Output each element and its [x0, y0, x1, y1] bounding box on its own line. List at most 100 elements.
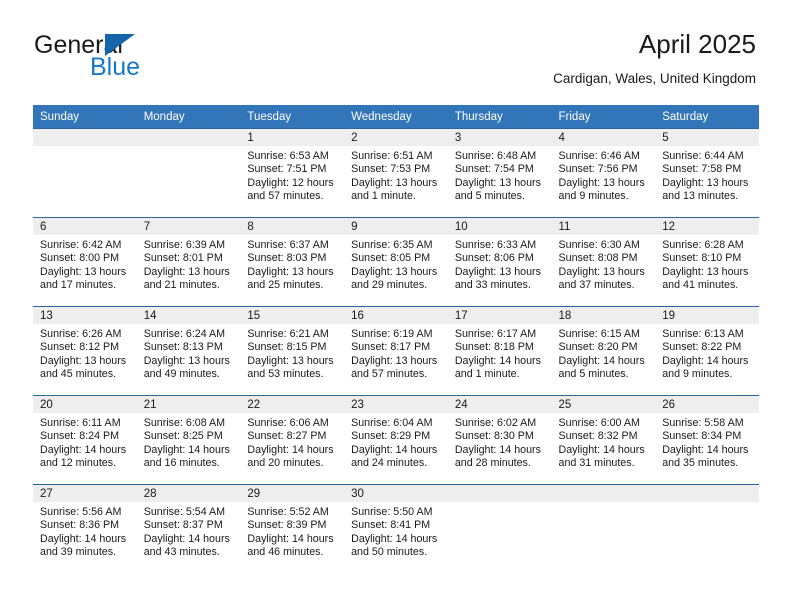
day-cell-content: 1 Sunrise: 6:53 AM Sunset: 7:51 PM Daylight… [240, 129, 345, 217]
calendar-day-cell[interactable]: 19 Sunrise: 6:13 AM Sunset: 8:22 PM Dayligh… [655, 306, 759, 396]
day-details: Sunrise: 6:39 AM Sunset: 8:01 PM Daylight:… [137, 235, 241, 293]
sunset-text: Sunset: 8:00 PM [40, 252, 120, 265]
day-number: 11 [551, 218, 656, 235]
calendar-day-cell[interactable]: 6 Sunrise: 6:42 AM Sunset: 8:00 PM Daylight… [33, 217, 137, 307]
day-details: Sunrise: 6:42 AM Sunset: 8:00 PM Daylight:… [33, 235, 137, 293]
day-cell-content: 21 Sunrise: 6:08 AM Sunset: 8:25 PM Dayligh… [136, 396, 241, 484]
calendar-day-cell[interactable]: 17 Sunrise: 6:17 AM Sunset: 8:18 PM Dayligh… [447, 306, 552, 396]
weekday-header-wednesday: Wednesday [344, 105, 448, 129]
calendar-day-cell[interactable]: 26 Sunrise: 5:58 AM Sunset: 8:34 PM Dayligh… [655, 395, 759, 485]
calendar-day-cell[interactable]: 28 Sunrise: 5:54 AM Sunset: 8:37 PM Dayligh… [136, 484, 241, 573]
day-details: Sunrise: 6:08 AM Sunset: 8:25 PM Daylight:… [137, 413, 241, 471]
sunset-text: Sunset: 8:27 PM [247, 430, 327, 443]
day-details: Sunrise: 5:52 AM Sunset: 8:39 PM Daylight:… [240, 502, 344, 560]
calendar-day-cell[interactable]: 29 Sunrise: 5:52 AM Sunset: 8:39 PM Dayligh… [240, 484, 345, 573]
sunset-text: Sunset: 8:15 PM [247, 341, 327, 354]
day-number: 16 [344, 307, 448, 324]
calendar-empty-cell [655, 484, 759, 573]
sunset-text: Sunset: 7:53 PM [351, 163, 431, 176]
day-number: 30 [344, 485, 448, 502]
day-number: 21 [136, 396, 241, 413]
sunrise-text: Sunrise: 6:39 AM [143, 239, 226, 251]
sunset-text: Sunset: 8:32 PM [558, 430, 638, 443]
sunrise-text: Sunrise: 6:48 AM [454, 150, 537, 162]
day-details: Sunrise: 6:35 AM Sunset: 8:05 PM Daylight:… [344, 235, 448, 293]
daylight-text: Daylight: 13 hours and 29 minutes. [351, 265, 438, 292]
day-cell-content [551, 485, 656, 573]
calendar-day-cell[interactable]: 7 Sunrise: 6:39 AM Sunset: 8:01 PM Daylight… [136, 217, 241, 307]
day-cell-content: 22 Sunrise: 6:06 AM Sunset: 8:27 PM Dayligh… [240, 396, 345, 484]
calendar-day-cell[interactable]: 18 Sunrise: 6:15 AM Sunset: 8:20 PM Dayligh… [551, 306, 656, 396]
day-details: Sunrise: 6:51 AM Sunset: 7:53 PM Daylight:… [344, 146, 448, 204]
calendar-day-cell[interactable]: 15 Sunrise: 6:21 AM Sunset: 8:15 PM Dayligh… [240, 306, 345, 396]
calendar-day-cell[interactable]: 9 Sunrise: 6:35 AM Sunset: 8:05 PM Daylight… [344, 217, 448, 307]
calendar-table: Sunday Monday Tuesday Wednesday Thursday… [33, 105, 759, 573]
sunrise-text: Sunrise: 5:54 AM [143, 506, 226, 518]
day-details: Sunrise: 5:50 AM Sunset: 8:41 PM Daylight:… [344, 502, 448, 560]
day-cell-content: 24 Sunrise: 6:02 AM Sunset: 8:30 PM Dayligh… [447, 396, 552, 484]
daylight-text: Daylight: 13 hours and 49 minutes. [143, 354, 230, 381]
calendar-day-cell[interactable]: 12 Sunrise: 6:28 AM Sunset: 8:10 PM Dayligh… [655, 217, 759, 307]
sunset-text: Sunset: 8:05 PM [351, 252, 431, 265]
sunrise-text: Sunrise: 6:08 AM [143, 417, 226, 429]
calendar-day-cell[interactable]: 24 Sunrise: 6:02 AM Sunset: 8:30 PM Dayligh… [447, 395, 552, 485]
day-details: Sunrise: 6:13 AM Sunset: 8:22 PM Daylight:… [655, 324, 759, 382]
daylight-text: Daylight: 13 hours and 13 minutes. [662, 176, 749, 203]
day-number: 6 [33, 218, 137, 235]
calendar-day-cell[interactable]: 1 Sunrise: 6:53 AM Sunset: 7:51 PM Daylight… [240, 128, 345, 218]
weekday-header-saturday: Saturday [655, 105, 759, 129]
sunset-text: Sunset: 8:01 PM [143, 252, 223, 265]
day-number: 19 [655, 307, 759, 324]
calendar-empty-cell [551, 484, 656, 573]
calendar-day-cell[interactable]: 8 Sunrise: 6:37 AM Sunset: 8:03 PM Daylight… [240, 217, 345, 307]
calendar-day-cell[interactable]: 14 Sunrise: 6:24 AM Sunset: 8:13 PM Dayligh… [136, 306, 241, 396]
daylight-text: Daylight: 14 hours and 5 minutes. [558, 354, 645, 381]
day-cell-content: 23 Sunrise: 6:04 AM Sunset: 8:29 PM Dayligh… [344, 396, 448, 484]
day-number: 7 [136, 218, 241, 235]
day-cell-content: 11 Sunrise: 6:30 AM Sunset: 8:08 PM Dayligh… [551, 218, 656, 306]
sunset-text: Sunset: 8:22 PM [662, 341, 742, 354]
calendar-day-cell[interactable]: 13 Sunrise: 6:26 AM Sunset: 8:12 PM Dayligh… [33, 306, 137, 396]
day-details [448, 502, 552, 506]
calendar-day-cell[interactable]: 21 Sunrise: 6:08 AM Sunset: 8:25 PM Dayligh… [136, 395, 241, 485]
daylight-text: Daylight: 14 hours and 20 minutes. [247, 443, 334, 470]
calendar-day-cell[interactable]: 4 Sunrise: 6:46 AM Sunset: 7:56 PM Daylight… [551, 128, 656, 218]
day-cell-content [33, 129, 137, 217]
sunrise-text: Sunrise: 6:28 AM [662, 239, 744, 251]
day-number: 29 [240, 485, 345, 502]
day-number: 12 [655, 218, 759, 235]
day-number: 4 [551, 129, 656, 146]
sunset-text: Sunset: 8:29 PM [351, 430, 431, 443]
daylight-text: Daylight: 14 hours and 35 minutes. [662, 443, 749, 470]
calendar-day-cell[interactable]: 3 Sunrise: 6:48 AM Sunset: 7:54 PM Daylight… [447, 128, 552, 218]
calendar-day-cell[interactable]: 2 Sunrise: 6:51 AM Sunset: 7:53 PM Daylight… [344, 128, 448, 218]
day-details: Sunrise: 5:56 AM Sunset: 8:36 PM Daylight:… [33, 502, 137, 560]
sunrise-text: Sunrise: 6:46 AM [558, 150, 640, 162]
sunrise-text: Sunrise: 6:33 AM [454, 239, 537, 251]
day-number [33, 129, 137, 146]
calendar-day-cell[interactable]: 30 Sunrise: 5:50 AM Sunset: 8:41 PM Dayligh… [344, 484, 448, 573]
calendar-day-cell[interactable]: 11 Sunrise: 6:30 AM Sunset: 8:08 PM Dayligh… [551, 217, 656, 307]
daylight-text: Daylight: 13 hours and 37 minutes. [558, 265, 645, 292]
calendar-day-cell[interactable]: 27 Sunrise: 5:56 AM Sunset: 8:36 PM Dayligh… [33, 484, 137, 573]
calendar-day-cell[interactable]: 23 Sunrise: 6:04 AM Sunset: 8:29 PM Dayligh… [344, 395, 448, 485]
calendar-day-cell[interactable]: 22 Sunrise: 6:06 AM Sunset: 8:27 PM Dayligh… [240, 395, 345, 485]
page-title: April 2025 [638, 29, 756, 59]
daylight-text: Daylight: 13 hours and 41 minutes. [662, 265, 749, 292]
day-cell-content: 26 Sunrise: 5:58 AM Sunset: 8:34 PM Dayligh… [655, 396, 759, 484]
day-number: 15 [240, 307, 345, 324]
day-details: Sunrise: 6:11 AM Sunset: 8:24 PM Daylight:… [33, 413, 137, 471]
day-number: 27 [33, 485, 137, 502]
calendar-day-cell[interactable]: 16 Sunrise: 6:19 AM Sunset: 8:17 PM Dayligh… [344, 306, 448, 396]
calendar-day-cell[interactable]: 5 Sunrise: 6:44 AM Sunset: 7:58 PM Daylight… [655, 128, 759, 218]
calendar-day-cell[interactable]: 25 Sunrise: 6:00 AM Sunset: 8:32 PM Dayligh… [551, 395, 656, 485]
sunrise-text: Sunrise: 5:52 AM [247, 506, 329, 518]
sunset-text: Sunset: 8:12 PM [40, 341, 120, 354]
weekday-header-monday: Monday [136, 105, 241, 129]
sunset-text: Sunset: 8:37 PM [143, 519, 223, 532]
calendar-day-cell[interactable]: 20 Sunrise: 6:11 AM Sunset: 8:24 PM Dayligh… [33, 395, 137, 485]
day-cell-content: 8 Sunrise: 6:37 AM Sunset: 8:03 PM Daylight… [240, 218, 345, 306]
day-cell-content: 29 Sunrise: 5:52 AM Sunset: 8:39 PM Dayligh… [240, 485, 345, 573]
logo-text-blue: Blue [90, 53, 141, 81]
calendar-day-cell[interactable]: 10 Sunrise: 6:33 AM Sunset: 8:06 PM Dayligh… [447, 217, 552, 307]
